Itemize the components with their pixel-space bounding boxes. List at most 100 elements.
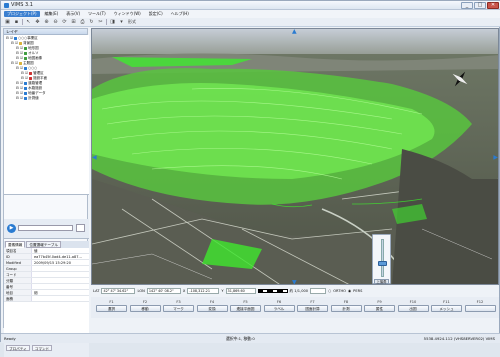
fkey-button[interactable]: マーク bbox=[163, 305, 194, 312]
fkey-group: F3 マーク bbox=[162, 299, 195, 312]
open-icon[interactable]: ▣ bbox=[4, 19, 11, 26]
zoom-in-icon[interactable]: ⊕ bbox=[43, 19, 50, 26]
fkey-button[interactable]: メッシュ bbox=[431, 305, 462, 312]
fkey-button[interactable]: 連接平面図 bbox=[230, 305, 261, 312]
dropdown-icon[interactable]: ▾ bbox=[118, 19, 125, 26]
fkey-button[interactable]: 変換 bbox=[196, 305, 228, 312]
visibility-checkbox[interactable]: ☑ bbox=[20, 96, 23, 101]
pan-right-icon[interactable]: ▶ bbox=[493, 154, 498, 161]
menu-help[interactable]: ヘルプ(H) bbox=[168, 11, 192, 17]
rotation-label-button[interactable]: 上撮角 bbox=[374, 279, 389, 284]
property-value[interactable] bbox=[32, 278, 89, 283]
property-value[interactable] bbox=[32, 266, 89, 271]
select-icon[interactable]: ↖ bbox=[25, 19, 32, 26]
fkey-button[interactable]: 図面計算 bbox=[297, 305, 328, 312]
property-grid: 項目名値 ID ea77b45f-0ad4-de11-a87... Modified 2… bbox=[4, 248, 89, 334]
menu-project[interactable]: プロジェクト(P) bbox=[4, 11, 40, 17]
scale-bar bbox=[257, 289, 288, 293]
property-value[interactable]: 畑 bbox=[32, 290, 89, 295]
expand-icon[interactable]: ⊟ bbox=[16, 66, 19, 71]
menu-bar: プロジェクト(P) 編集(E) 表示(V) ツール(T) ウィンドウ(W) 設定… bbox=[1, 10, 500, 18]
fkey-group: F12 bbox=[464, 299, 497, 312]
play-icon[interactable]: ▶ bbox=[7, 224, 16, 233]
fkey-button[interactable] bbox=[464, 305, 496, 312]
property-value[interactable] bbox=[32, 296, 89, 301]
measure-icon[interactable]: ⊞ bbox=[70, 19, 77, 26]
pan-left-icon[interactable]: ◀ bbox=[92, 154, 97, 161]
property-key: 面積 bbox=[4, 296, 32, 301]
expand-icon[interactable]: ⊟ bbox=[11, 61, 14, 66]
fkey-button[interactable]: 属性 bbox=[364, 305, 395, 312]
fkey-button[interactable]: 移動 bbox=[129, 305, 161, 312]
fkey-group: F1 選択 bbox=[95, 299, 128, 312]
layer-icon bbox=[19, 42, 23, 45]
property-value[interactable] bbox=[32, 272, 89, 277]
layer-icon bbox=[24, 47, 28, 50]
property-key: 番号 bbox=[4, 284, 32, 289]
pan-up-icon[interactable]: ▲ bbox=[292, 29, 297, 35]
layer-icon bbox=[24, 52, 28, 55]
layer-icon bbox=[24, 97, 28, 100]
tab-position-table[interactable]: 位置選報テーブル bbox=[26, 241, 61, 248]
expand-icon[interactable]: ⊟ bbox=[6, 36, 9, 41]
view-icon[interactable]: ◨ bbox=[109, 19, 116, 26]
y-value[interactable]: 31,869.60 bbox=[225, 288, 256, 294]
left-panel: レイヤ ⊟ ☑ ○○○事業区 ⊟ ☑ 背景図 ⊟ ☑ 地形図 ⊟ ☑ オルソ ⊟ ☑ 地図画像 ⊟ ☑ 主題図 ⊟ ☑… bbox=[3, 28, 89, 357]
map-3d-view[interactable]: ▲ ◀ ▶ ▼ bbox=[91, 28, 499, 285]
print-icon[interactable]: ⎙ bbox=[79, 19, 86, 26]
menu-tools[interactable]: ツール(T) bbox=[85, 11, 109, 17]
x-value[interactable]: -108,312.21 bbox=[187, 288, 220, 294]
pers-radio[interactable]: ◉ bbox=[348, 289, 351, 293]
fkey-button[interactable]: ラベル bbox=[263, 305, 295, 312]
tab-properties[interactable]: プロパティ bbox=[6, 345, 30, 351]
menu-edit[interactable]: 編集(E) bbox=[42, 11, 62, 17]
property-value[interactable]: 値 bbox=[32, 248, 89, 253]
scissors-icon[interactable]: ✂ bbox=[97, 19, 104, 26]
pan-icon[interactable]: ✥ bbox=[34, 19, 41, 26]
fkey-group: F10 出図 bbox=[397, 299, 430, 312]
fkey-group: F2 移動 bbox=[129, 299, 162, 312]
expand-icon[interactable]: ⊟ bbox=[16, 96, 19, 101]
menu-settings[interactable]: 設定(C) bbox=[146, 11, 166, 17]
toolbar-separator bbox=[22, 19, 23, 25]
expand-icon[interactable]: ⊟ bbox=[11, 41, 14, 46]
close-button[interactable]: ✕ bbox=[487, 2, 499, 9]
ortho-radio[interactable]: ○ bbox=[328, 289, 331, 293]
property-row[interactable]: 面積 bbox=[4, 296, 89, 302]
playback-strip: ▶ bbox=[4, 219, 89, 239]
tab-element-info[interactable]: 要素情報 bbox=[5, 241, 26, 248]
property-key: Group bbox=[4, 266, 32, 271]
toolbar-format-label: 形式 bbox=[128, 19, 136, 24]
fkey-button[interactable]: 計測 bbox=[330, 305, 362, 312]
tab-commands[interactable]: コマンド bbox=[31, 345, 53, 351]
maximize-button[interactable]: □ bbox=[474, 2, 486, 9]
playback-select[interactable] bbox=[18, 225, 73, 231]
property-value[interactable]: ea77b45f-0ad4-de11-a87... bbox=[32, 254, 89, 259]
layer-icon bbox=[24, 67, 28, 70]
layer-tree: ⊟ ☑ ○○○事業区 ⊟ ☑ 背景図 ⊟ ☑ 地形図 ⊟ ☑ オルソ ⊟ ☑ 地図画像 ⊟ ☑ 主題図 ⊟ ☑ ○○○ ⊟… bbox=[4, 35, 89, 195]
fkey-group: F11 メッシュ bbox=[430, 299, 463, 312]
window-title: VIMS 3.1 bbox=[11, 2, 33, 8]
tree-item-label: 計測値 bbox=[28, 96, 39, 100]
lat-value[interactable]: 42° 47' 34.62" bbox=[101, 288, 136, 294]
menu-view[interactable]: 表示(V) bbox=[63, 11, 83, 17]
lon-value[interactable]: 142° 40' 08.2" bbox=[146, 288, 181, 294]
rotation-slider-track[interactable] bbox=[381, 239, 384, 277]
property-value[interactable]: 2009/09/15 15:29:20 bbox=[32, 260, 89, 265]
save-icon[interactable]: ▪ bbox=[13, 19, 20, 26]
refresh-icon[interactable]: ↻ bbox=[88, 19, 95, 26]
zoom-out-icon[interactable]: ⊖ bbox=[52, 19, 59, 26]
minimize-button[interactable]: _ bbox=[461, 2, 473, 9]
fkey-button[interactable]: 選択 bbox=[96, 305, 127, 312]
menu-window[interactable]: ウィンドウ(W) bbox=[111, 11, 144, 17]
fkey-button[interactable]: 出図 bbox=[397, 305, 429, 312]
layer-icon bbox=[19, 62, 23, 65]
property-value[interactable] bbox=[32, 284, 89, 289]
playback-option-button[interactable] bbox=[76, 224, 85, 232]
fkey-group: F5 連接平面図 bbox=[229, 299, 262, 312]
rotate-icon[interactable]: ⟳ bbox=[61, 19, 68, 26]
tree-item[interactable]: ⊟ ☑ 計測値 bbox=[4, 96, 89, 101]
fkey-group: F6 ラベル bbox=[263, 299, 296, 312]
scale-input[interactable] bbox=[310, 288, 327, 294]
rotation-slider-thumb[interactable] bbox=[378, 261, 387, 266]
